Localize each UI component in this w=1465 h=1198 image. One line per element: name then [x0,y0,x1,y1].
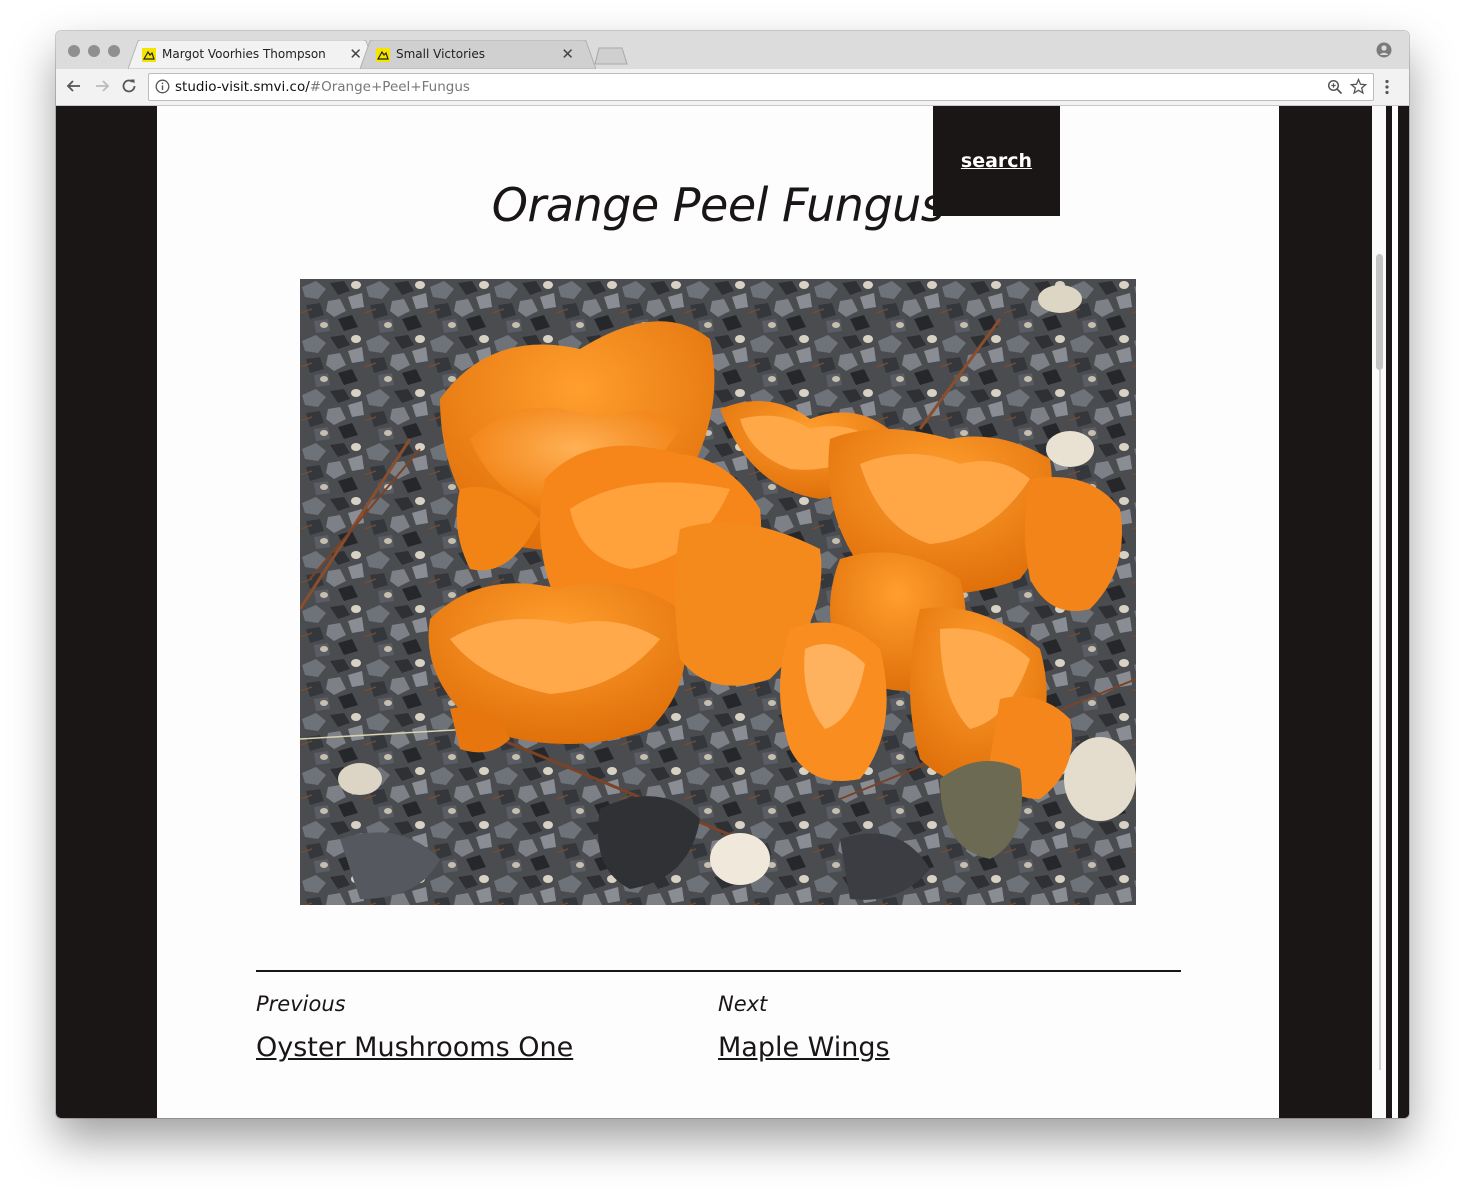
address-bar[interactable]: studio-visit.smvi.co/#Orange+Peel+Fungus [148,73,1374,101]
minimize-window-button[interactable] [88,45,100,57]
bookmark-star-icon[interactable] [1350,78,1367,95]
previous-post-link[interactable]: Oyster Mushrooms One [256,1032,573,1063]
zoom-icon[interactable] [1327,79,1343,95]
url-text: studio-visit.smvi.co/#Orange+Peel+Fungus [175,79,470,95]
fungus-photo [300,279,1136,905]
back-icon[interactable] [65,77,83,95]
forward-icon[interactable] [93,77,111,95]
content-column: search Orange Peel Fungus Previous Oyste… [157,106,1279,1118]
browser-window: Margot Voorhies Thompson ✕ Small Victori… [56,31,1409,1118]
scrollbar-thumb[interactable] [1376,254,1383,370]
reload-icon[interactable] [120,77,138,95]
site-favicon-icon [142,48,156,62]
tab-margot-voorhies-thompson[interactable]: Margot Voorhies Thompson ✕ [128,40,376,69]
next-post-link[interactable]: Maple Wings [718,1032,890,1063]
tab-title: Margot Voorhies Thompson [162,47,326,61]
previous-label: Previous [256,992,346,1016]
close-window-button[interactable] [68,45,80,57]
tab-strip: Margot Voorhies Thompson ✕ Small Victori… [56,31,1409,69]
more-menu-icon[interactable] [1385,79,1389,95]
page-title: Orange Peel Fungus [491,178,945,232]
url-path: #Orange+Peel+Fungus [309,79,470,95]
page-border-stripe [1398,106,1409,1118]
close-tab-icon[interactable]: ✕ [561,45,574,63]
tab-title: Small Victories [396,47,485,61]
tab-small-victories[interactable]: Small Victories ✕ [360,40,596,69]
site-favicon-icon [376,48,390,62]
site-info-icon[interactable] [155,79,170,94]
maximize-window-button[interactable] [108,45,120,57]
profile-icon[interactable] [1376,42,1392,58]
page-viewport: search Orange Peel Fungus Previous Oyste… [56,106,1409,1118]
new-tab-icon[interactable] [594,47,628,65]
browser-toolbar: studio-visit.smvi.co/#Orange+Peel+Fungus [56,69,1409,106]
divider [256,970,1181,972]
next-label: Next [718,992,768,1016]
scrollbar-rail [1379,370,1381,1070]
url-host: studio-visit.smvi.co/ [175,79,310,95]
